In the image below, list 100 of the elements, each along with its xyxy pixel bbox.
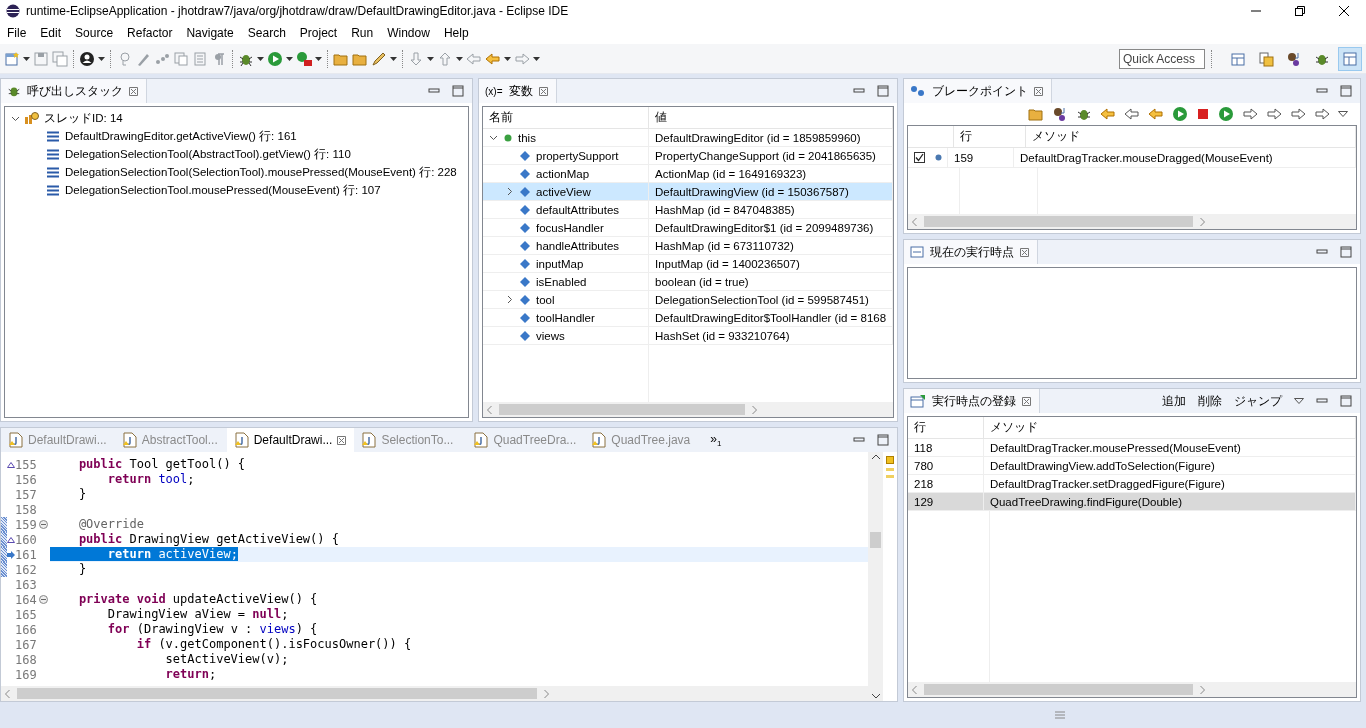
run-tool-icon[interactable] (296, 50, 312, 67)
menu-item[interactable]: Window (380, 26, 437, 40)
caret-icon[interactable] (504, 56, 511, 61)
documents-icon[interactable] (1258, 50, 1274, 67)
variable-value: PropertyChangeSupport (id = 2041865635) (655, 149, 876, 162)
variable-value: HashMap (id = 673110732) (655, 239, 794, 252)
variable-row[interactable]: defaultAttributes HashMap (id = 847048385) (483, 201, 893, 219)
variable-row[interactable]: inputMap InputMap (id = 1400236507) (483, 255, 893, 273)
folder-icon[interactable] (1028, 106, 1044, 122)
column-header[interactable]: 名前 (483, 107, 649, 128)
menu-item[interactable]: Edit (33, 26, 69, 40)
maximize-icon[interactable] (877, 85, 889, 97)
column-header[interactable]: 値 (649, 107, 893, 128)
column-header[interactable]: メソッド (984, 417, 1356, 438)
menu-item[interactable]: Refactor (120, 26, 180, 40)
menu-item[interactable]: Help (436, 26, 476, 40)
back-arrow-icon[interactable] (1124, 106, 1140, 122)
checkbox[interactable] (914, 152, 925, 163)
execution-point-icon (910, 245, 924, 259)
maximize-icon[interactable] (452, 85, 464, 97)
variable-row[interactable]: this DefaultDrawingEditor (id = 1859859960) (483, 129, 893, 147)
stack-frame[interactable]: DelegationSelectionTool(AbstractTool).getView() 行: 110 (65, 146, 351, 162)
variable-row[interactable]: focusHandler DefaultDrawingEditor$1 (id = 2099489736) (483, 219, 893, 237)
menu-item[interactable]: Run (344, 26, 381, 40)
play-icon[interactable] (267, 50, 283, 67)
caret-icon[interactable] (257, 56, 264, 61)
stack-frame[interactable]: DelegationSelectionTool(SelectionTool).mousePressed(MouseEvent) 行: 228 (65, 164, 457, 180)
scroll-up-icon[interactable] (870, 452, 881, 462)
stop-icon[interactable] (1196, 107, 1210, 121)
variable-row[interactable]: activeView DefaultDrawingView (id = 150367587) (483, 183, 893, 201)
maximize-icon[interactable] (1340, 395, 1352, 407)
back-arrow-icon[interactable] (1100, 106, 1116, 122)
forward-arrow-icon[interactable] (1314, 106, 1330, 122)
scrollbar-thumb[interactable] (870, 532, 881, 548)
variable-name: defaultAttributes (536, 203, 620, 216)
table-row[interactable]: 129 QuadTreeDrawing.findFigure(Double) (908, 493, 1356, 511)
breakpoint-marker[interactable] (1, 517, 7, 532)
caret-icon[interactable] (390, 56, 397, 61)
close-icon[interactable] (1339, 6, 1349, 16)
back-arrow-icon[interactable] (1148, 106, 1164, 122)
play-icon[interactable] (1172, 106, 1188, 122)
menu-item[interactable]: Navigate (179, 26, 241, 40)
open-perspective-icon[interactable] (1230, 50, 1246, 67)
view-menu-icon[interactable] (1294, 398, 1304, 404)
variable-row[interactable]: tool DelegationSelectionTool (id = 599587451) (483, 291, 893, 309)
view-tab[interactable]: 実行時点の登録 (904, 389, 1040, 413)
layout-icon[interactable] (1342, 50, 1358, 67)
view-tab[interactable]: ブレークポイント (904, 79, 1052, 103)
forward-arrow-icon[interactable] (1290, 106, 1306, 122)
caret-icon[interactable] (23, 56, 30, 61)
line-number: 160 (15, 532, 38, 547)
menu-item[interactable]: Search (240, 26, 293, 40)
restore-icon[interactable] (1295, 6, 1305, 16)
caret-icon[interactable] (315, 56, 322, 61)
action-link[interactable]: ジャンプ (1234, 393, 1282, 409)
view-tab[interactable]: 呼び出しスタック (1, 79, 147, 103)
table-row[interactable]: 118 DefaultDragTracker.mousePressed(MouseEvent) (908, 439, 1356, 457)
view-tab[interactable]: (x)= 変数 (479, 79, 557, 103)
variable-row[interactable]: isEnabled boolean (id = true) (483, 273, 893, 291)
forward-arrow-icon[interactable] (1242, 106, 1258, 122)
breakpoint-marker[interactable] (1, 532, 7, 547)
vertical-scrollbar[interactable] (868, 452, 883, 701)
maximize-icon[interactable] (1340, 246, 1352, 258)
quick-access-field[interactable]: Quick Access (1119, 48, 1205, 69)
variable-row[interactable]: views HashSet (id = 933210764) (483, 327, 893, 345)
breakpoint-marker[interactable] (1, 547, 7, 562)
pencil-icon[interactable] (371, 50, 387, 67)
tab-label: QuadTree.java (611, 433, 691, 447)
editor-tab[interactable]: DefaultDrawi... (226, 428, 355, 452)
column-header[interactable]: 行 (908, 417, 984, 438)
variable-row[interactable]: propertySupport PropertyChangeSupport (id = 2041865635) (483, 147, 893, 165)
maximize-icon[interactable] (877, 434, 889, 446)
maximize-icon[interactable] (1340, 85, 1352, 97)
more-tabs-button[interactable]: »$_{1}$ (710, 431, 722, 449)
forward-arrow-icon[interactable] (1266, 106, 1282, 122)
caret-icon[interactable] (286, 56, 293, 61)
stack-frame[interactable]: DefaultDrawingEditor.getActiveView() 行: 161 (65, 128, 297, 144)
fold-icon[interactable] (39, 520, 48, 529)
fold-icon[interactable] (39, 595, 48, 604)
action-link[interactable]: 追加 (1162, 393, 1186, 409)
person-icon[interactable] (79, 50, 95, 67)
menu-item[interactable]: Source (68, 26, 121, 40)
variable-row[interactable]: toolHandler DefaultDrawingEditor$ToolHandler (id = 8168 (483, 309, 893, 327)
table-row[interactable]: 780 DefaultDrawingView.addToSelection(Figure) (908, 457, 1356, 475)
menu-item[interactable]: Project (292, 26, 345, 40)
column-header[interactable]: メソッド (1026, 126, 1356, 147)
scroll-down-icon[interactable] (870, 691, 881, 701)
column-header[interactable]: 行 (954, 126, 1026, 147)
stack-frame[interactable]: DelegationSelectionTool.mousePressed(MouseEvent) 行: 107 (65, 182, 381, 198)
thread-label[interactable]: スレッドID: 14 (44, 110, 123, 126)
variable-name: isEnabled (536, 275, 587, 288)
view-tab[interactable]: 現在の実行時点 (904, 240, 1038, 264)
menu-item[interactable]: File (0, 26, 34, 40)
variable-value: boolean (id = true) (655, 275, 749, 288)
breakpoint-marker[interactable] (1, 562, 7, 577)
play-icon[interactable] (1218, 106, 1234, 122)
action-link[interactable]: 削除 (1198, 393, 1222, 409)
variable-row[interactable]: handleAttributes HashMap (id = 673110732) (483, 237, 893, 255)
view-menu-icon[interactable] (1338, 111, 1348, 117)
caret-icon[interactable] (98, 56, 105, 61)
